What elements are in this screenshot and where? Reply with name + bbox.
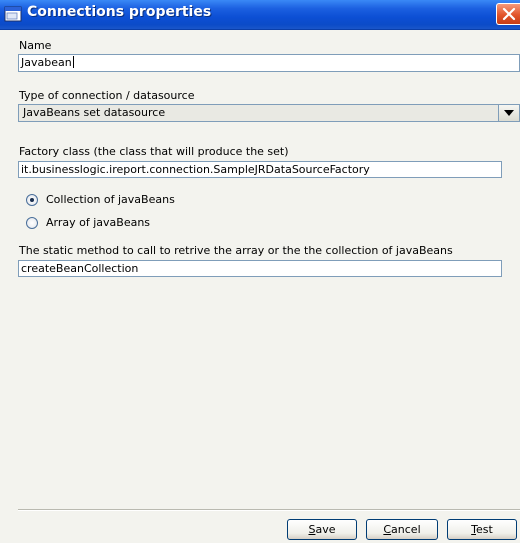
cancel-label-rest: ancel [391, 523, 421, 536]
datasource-type-value: JavaBeans set datasource [23, 106, 166, 119]
cancel-mnemonic: C [383, 523, 392, 536]
factory-class-input[interactable]: it.businesslogic.ireport.connection.Samp… [18, 161, 502, 178]
array-radio[interactable] [26, 217, 38, 229]
collection-radio[interactable] [26, 194, 38, 206]
button-separator [18, 509, 520, 511]
name-value: Javabean [21, 56, 72, 69]
type-label: Type of connection / datasource [19, 89, 195, 102]
name-input[interactable]: Javabean [18, 54, 520, 72]
text-caret [72, 56, 74, 68]
factory-label: Factory class (the class that will produ… [19, 145, 289, 158]
save-label-rest: ave [315, 523, 336, 536]
close-button[interactable] [496, 3, 520, 25]
datasource-type-select[interactable]: JavaBeans set datasource [18, 104, 520, 122]
save-button[interactable]: Save [287, 519, 357, 540]
title-bar[interactable]: Connections properties [0, 0, 520, 30]
cancel-button[interactable]: Cancel [366, 519, 438, 540]
dropdown-arrow-button[interactable] [498, 105, 519, 121]
connections-properties-dialog: Connections properties Name Javabean Typ… [0, 0, 520, 543]
static-method-value: createBeanCollection [21, 262, 139, 275]
collection-radio-label[interactable]: Collection of javaBeans [46, 193, 175, 206]
method-label: The static method to call to retrive the… [19, 244, 453, 257]
test-label-rest: est [476, 523, 493, 536]
dialog-window-icon [4, 5, 22, 23]
window-title: Connections properties [27, 4, 212, 20]
static-method-input[interactable]: createBeanCollection [18, 260, 502, 277]
radio-selected-dot [30, 198, 34, 202]
factory-class-value: it.businesslogic.ireport.connection.Samp… [21, 163, 370, 176]
array-radio-label[interactable]: Array of javaBeans [46, 216, 150, 229]
test-button[interactable]: Test [447, 519, 517, 540]
name-label: Name [19, 39, 52, 52]
